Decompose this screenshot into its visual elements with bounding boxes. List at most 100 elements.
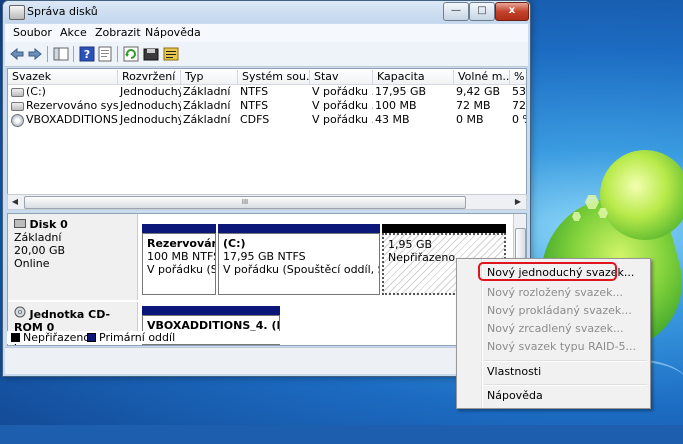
drive-icon: [11, 88, 24, 97]
cell-percent-free: 53: [512, 85, 526, 98]
column-layout[interactable]: Rozvržení: [118, 70, 181, 84]
table-row[interactable]: Rezervováno systé... Jednoduchý Základní…: [8, 99, 526, 113]
menu-item-properties[interactable]: Vlastnosti: [487, 363, 541, 381]
menu-action[interactable]: Akce: [60, 26, 87, 39]
back-arrow-icon[interactable]: [9, 46, 25, 62]
menu-separator: [484, 360, 647, 362]
cell-volume: (C:): [26, 85, 46, 98]
minimize-button[interactable]: —: [443, 2, 469, 21]
legend-primary-label: Primární oddíl: [99, 331, 176, 344]
cell-status: V pořádku ...: [312, 99, 373, 112]
partition-bar-unallocated: [382, 224, 506, 233]
disk-0-label[interactable]: Disk 0 Základní 20,00 GB Online: [8, 214, 138, 300]
partition-size: 1,95 GB: [388, 238, 433, 251]
scroll-left-icon[interactable]: ◀: [8, 195, 22, 209]
scrollbar-thumb[interactable]: III: [24, 196, 466, 209]
partition-status: V pořádku (Spouštěcí oddíl, Stránk: [223, 263, 379, 276]
wallpaper-leaf-bright: [600, 150, 683, 240]
forward-arrow-icon[interactable]: [27, 46, 43, 62]
cell-capacity: 100 MB: [375, 99, 417, 112]
cell-volume: Rezervováno systé...: [26, 99, 118, 112]
menu-view[interactable]: Zobrazit: [95, 26, 141, 39]
volume-list[interactable]: Svazek Rozvržení Typ Systém sou... Stav …: [7, 68, 527, 210]
menu-bar: Soubor Akce Zobrazit Nápověda: [5, 24, 528, 42]
title-bar[interactable]: Správa disků — □ x: [3, 1, 530, 23]
cell-free-space: 72 MB: [456, 99, 491, 112]
partition-bar-c: [218, 224, 380, 233]
console-tree-icon[interactable]: [53, 46, 69, 62]
partition-bar-cdrom: [142, 306, 280, 315]
close-button[interactable]: x: [495, 2, 529, 21]
menu-item-new-spanned-volume[interactable]: Nový rozložený svazek...: [487, 284, 623, 302]
column-status[interactable]: Stav: [310, 70, 373, 84]
legend-unallocated-label: Nepřiřazeno: [23, 331, 91, 344]
svg-text:?: ?: [84, 48, 90, 61]
column-free-space[interactable]: Volné m...: [454, 70, 510, 84]
partition-status: V pořádku (Sys: [147, 263, 215, 276]
settings-icon[interactable]: [163, 46, 179, 62]
disk-graphical-view: Disk 0 Základní 20,00 GB Online Rezervov…: [7, 213, 527, 346]
menu-item-new-raid5-volume[interactable]: Nový svazek typu RAID-5...: [487, 338, 636, 356]
cell-type: Základní: [183, 113, 231, 126]
scroll-right-icon[interactable]: ▶: [511, 195, 525, 209]
cd-icon: [14, 306, 26, 318]
highlight-annotation: [478, 262, 617, 281]
cell-filesystem: NTFS: [240, 85, 269, 98]
properties-icon[interactable]: [97, 46, 113, 62]
cell-capacity: 43 MB: [375, 113, 410, 126]
cell-type: Základní: [183, 99, 231, 112]
toolbar: ?: [5, 42, 528, 67]
partition-size: 17,95 GB NTFS: [223, 250, 306, 263]
legend: Nepřiřazeno Primární oddíl: [7, 331, 525, 344]
legend-swatch-primary: [87, 333, 96, 342]
table-row[interactable]: VBOXADDITIONS_... Jednoduchý Základní CD…: [8, 113, 526, 127]
disk-0-type: Základní: [14, 231, 62, 244]
partition-bar-reserved: [142, 224, 216, 233]
cell-free-space: 0 MB: [456, 113, 484, 126]
column-percent-free[interactable]: % v: [510, 70, 526, 84]
cell-volume: VBOXADDITIONS_...: [26, 113, 118, 126]
volume-list-header: Svazek Rozvržení Typ Systém sou... Stav …: [8, 69, 526, 85]
partition-size: 100 MB NTFS: [147, 250, 216, 263]
cell-filesystem: CDFS: [240, 113, 270, 126]
menu-item-help[interactable]: Nápověda: [487, 387, 543, 405]
disk-icon[interactable]: [143, 46, 159, 62]
cell-type: Základní: [183, 85, 231, 98]
scrollbar-thumb[interactable]: [515, 228, 526, 260]
horizontal-scrollbar[interactable]: ◀ III ▶: [7, 194, 527, 210]
cell-layout: Jednoduchý: [120, 85, 181, 98]
menu-file[interactable]: Soubor: [13, 26, 52, 39]
maximize-button[interactable]: □: [469, 2, 495, 21]
toolbar-separator: [73, 46, 74, 62]
help-icon[interactable]: ?: [79, 46, 95, 62]
disk-0-name: Disk 0: [29, 218, 68, 231]
cell-capacity: 17,95 GB: [375, 85, 427, 98]
refresh-icon[interactable]: [123, 46, 139, 62]
column-volume[interactable]: Svazek: [8, 70, 118, 84]
toolbar-separator: [47, 46, 48, 62]
cell-filesystem: NTFS: [240, 99, 269, 112]
cell-layout: Jednoduchý: [120, 99, 181, 112]
status-bar: [5, 347, 528, 374]
partition-title: Rezervováno: [147, 237, 215, 250]
menu-separator: [484, 384, 647, 386]
menu-help[interactable]: Nápověda: [145, 26, 201, 39]
menu-item-new-mirrored-volume[interactable]: Nový zrcadlený svazek...: [487, 320, 624, 338]
cell-layout: Jednoduchý: [120, 113, 181, 126]
disk-0-size: 20,00 GB: [14, 244, 66, 257]
app-icon: [9, 5, 25, 20]
table-row[interactable]: (C:) Jednoduchý Základní NTFS V pořádku …: [8, 85, 526, 99]
partition-reserved[interactable]: Rezervováno 100 MB NTFS V pořádku (Sys: [142, 233, 216, 295]
column-filesystem[interactable]: Systém sou...: [238, 70, 310, 84]
disk-management-window: Správa disků — □ x Soubor Akce Zobrazit …: [2, 0, 531, 377]
cell-percent-free: 0 %: [512, 113, 526, 126]
partition-c[interactable]: (C:) 17,95 GB NTFS V pořádku (Spouštěcí …: [218, 233, 380, 295]
disk-0-status: Online: [14, 257, 50, 270]
column-capacity[interactable]: Kapacita: [373, 70, 454, 84]
column-type[interactable]: Typ: [181, 70, 238, 84]
menu-item-new-striped-volume[interactable]: Nový prokládaný svazek...: [487, 302, 632, 320]
legend-swatch-unallocated: [11, 333, 20, 342]
cell-percent-free: 72 %: [512, 99, 526, 112]
toolbar-separator: [117, 46, 118, 62]
drive-icon: [11, 102, 24, 111]
